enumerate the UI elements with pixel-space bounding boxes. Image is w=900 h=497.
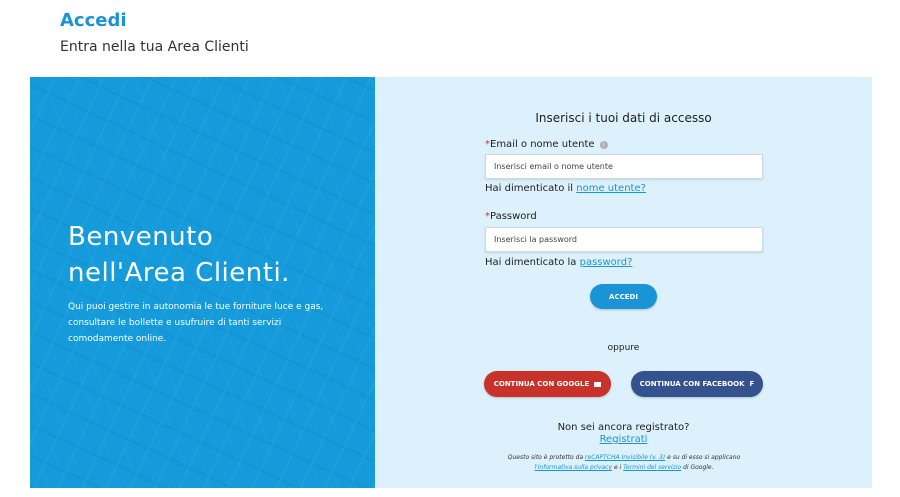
forgot-password-text: Hai dimenticato la [485,257,580,268]
welcome-panel: Benvenuto nell'Area Clienti. Qui puoi ge… [30,77,375,488]
forgot-username-text: Hai dimenticato il [485,183,577,194]
mail-icon [594,381,602,387]
not-registered-text: Non sei ancora registrato? [557,422,690,433]
google-login-button[interactable]: CONTINUA CON GOOGLE [484,371,611,397]
page-subtitle: Entra nella tua Area Clienti [60,39,249,55]
recaptcha-text: e i [612,464,624,471]
welcome-title: Benvenuto nell'Area Clienti. [68,219,368,291]
forgot-password: Hai dimenticato la password? [485,257,632,268]
page-header: Accedi Entra nella tua Area Clienti [60,10,249,56]
forgot-username-link[interactable]: nome utente? [576,183,646,194]
form-heading: Inserisci i tuoi dati di accesso [535,111,712,125]
welcome-title-line1: Benvenuto [68,222,214,252]
welcome-text: Qui puoi gestire in autonomia le tue for… [68,302,324,344]
info-icon[interactable]: i [599,141,608,149]
password-label-text: Password [490,211,537,222]
terms-of-service-link[interactable]: Termini del servizio [623,464,681,471]
recaptcha-text: e su di esso si applicano [665,454,741,461]
google-button-label: CONTINUA CON GOOGLE [493,380,590,388]
forgot-username: Hai dimenticato il nome utente? [485,183,646,194]
register-link[interactable]: Registrati [375,434,872,445]
password-label: *Password [485,211,537,222]
login-card: Benvenuto nell'Area Clienti. Qui puoi ge… [30,77,872,488]
email-label: *Email o nome utente i [485,139,608,150]
login-button[interactable]: ACCEDI [590,284,657,309]
page-title: Accedi [60,10,127,31]
recaptcha-text: Questo sito è protetto da [507,454,586,461]
recaptcha-notice: Questo sito è protetto da reCAPTCHA Invi… [479,453,769,473]
privacy-policy-link[interactable]: l'informativa sulla privacy [534,464,612,471]
login-form: Inserisci i tuoi dati di accesso *Email … [375,77,872,488]
password-input[interactable] [485,227,763,252]
facebook-button-label: CONTINUA CON FACEBOOK [639,380,745,388]
forgot-password-link[interactable]: password? [580,257,633,268]
facebook-login-button[interactable]: CONTINUA CON FACEBOOK f [631,371,763,397]
separator-text: oppure [607,343,640,353]
recaptcha-link[interactable]: reCAPTCHA Invisibile (v. 3) [585,454,665,461]
recaptcha-text: di Google. [681,464,714,471]
email-input[interactable] [485,154,763,179]
welcome-title-line2: nell'Area Clienti. [68,258,290,288]
login-button-label: ACCEDI [609,292,638,301]
facebook-icon: f [749,380,755,388]
email-label-text: Email o nome utente [490,139,595,150]
